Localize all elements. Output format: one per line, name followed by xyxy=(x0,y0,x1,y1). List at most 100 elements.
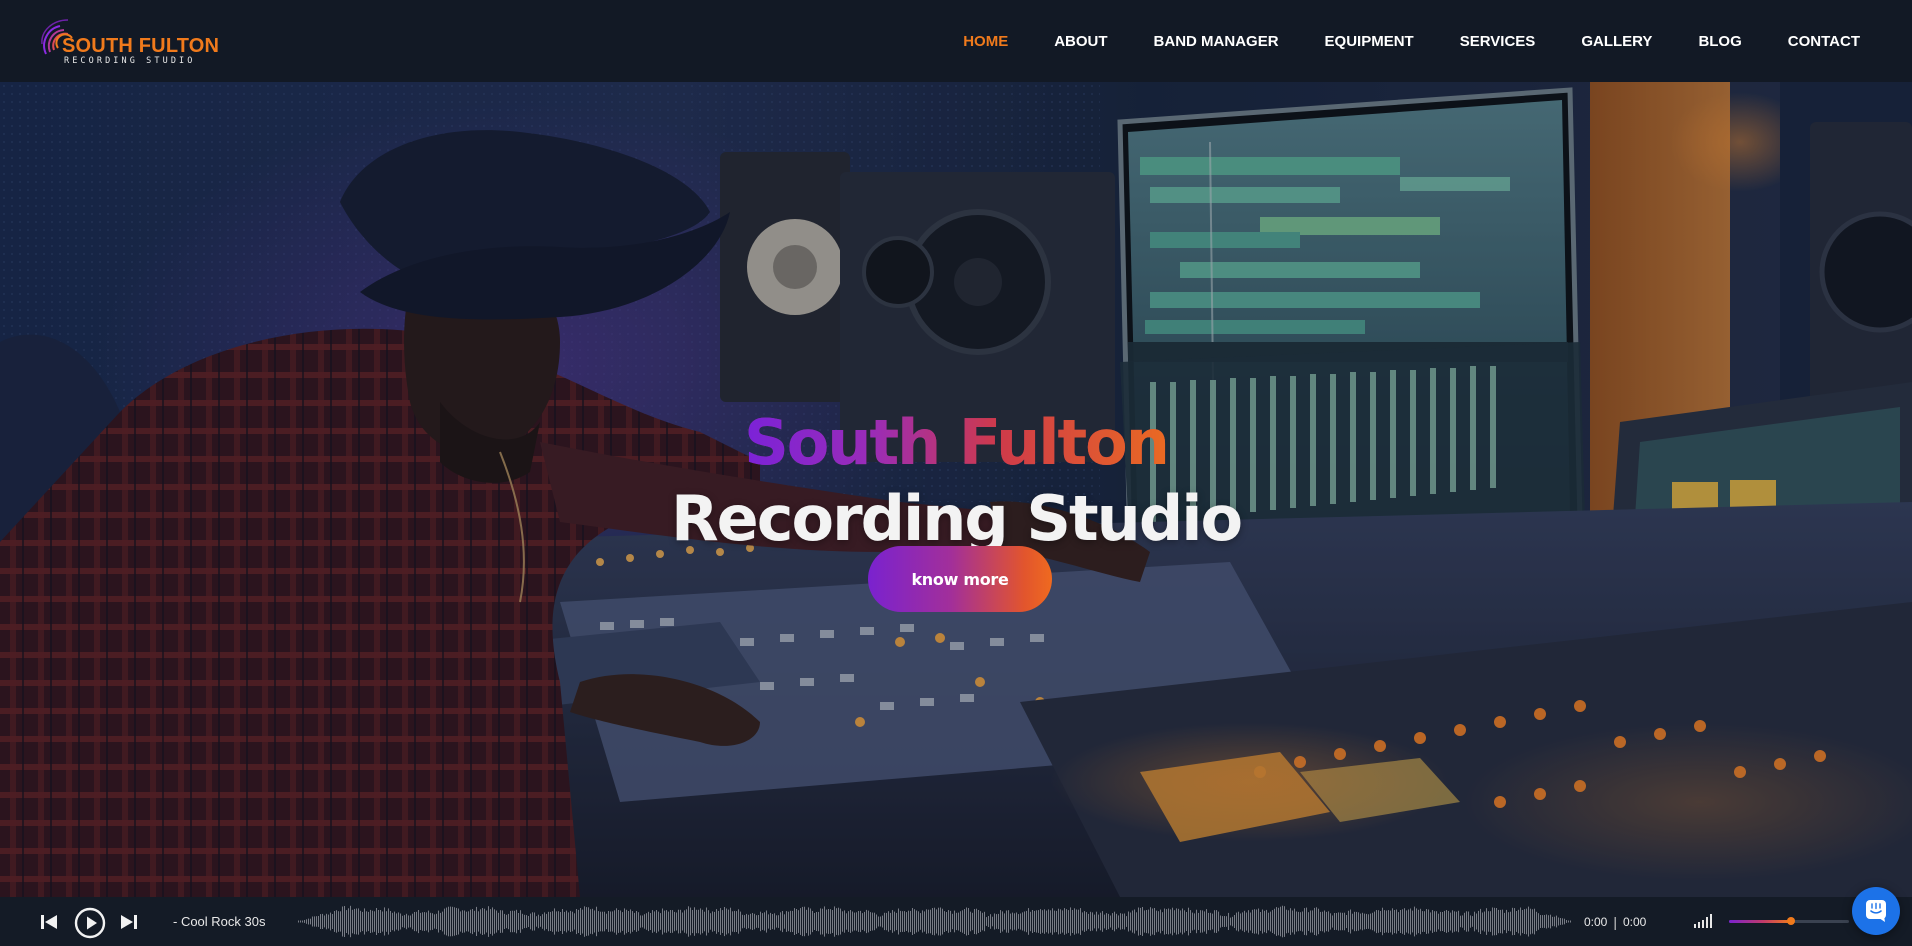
waveform-bar xyxy=(1014,913,1015,930)
waveform-bar xyxy=(900,910,901,933)
waveform-bar xyxy=(898,908,899,935)
waveform-bar xyxy=(1332,915,1333,928)
waveform-bar xyxy=(1030,911,1031,932)
waveform-bar xyxy=(1024,911,1025,932)
waveform-bar xyxy=(430,912,431,931)
waveform-bar xyxy=(1428,909,1429,934)
waveform-bar xyxy=(324,915,325,928)
waveform-bar xyxy=(326,913,327,930)
time-separator: | xyxy=(1613,913,1617,930)
waveform-bar xyxy=(384,907,385,936)
waveform-bar xyxy=(730,907,731,936)
nav-item-home[interactable]: HOME xyxy=(963,33,1008,50)
waveform-bar xyxy=(1196,909,1197,934)
nav-item-about[interactable]: ABOUT xyxy=(1054,33,1107,50)
waveform-bar xyxy=(518,913,519,930)
nav-item-band-manager[interactable]: BAND MANAGER xyxy=(1154,33,1279,50)
waveform-bar xyxy=(552,911,553,932)
waveform-bar xyxy=(776,915,777,928)
nav-item-gallery[interactable]: GALLERY xyxy=(1581,33,1652,50)
waveform-scrubber[interactable] xyxy=(296,901,1574,942)
nav-item-blog[interactable]: BLOG xyxy=(1698,33,1741,50)
waveform-bar xyxy=(710,913,711,930)
waveform-bar xyxy=(310,918,311,925)
nav-item-equipment[interactable]: EQUIPMENT xyxy=(1325,33,1414,50)
waveform-bar xyxy=(1086,912,1087,931)
waveform-bar xyxy=(1394,910,1395,934)
volume-bars-icon[interactable] xyxy=(1693,913,1715,929)
play-button[interactable] xyxy=(74,907,106,939)
waveform-bar xyxy=(522,913,523,930)
waveform-bar xyxy=(1074,908,1075,935)
waveform-bar xyxy=(856,912,857,931)
waveform-bar xyxy=(1284,906,1285,937)
waveform-bar xyxy=(498,912,499,931)
waveform-bar xyxy=(848,911,849,932)
waveform-bar xyxy=(632,911,633,932)
waveform-bar xyxy=(1396,909,1397,934)
next-track-button[interactable] xyxy=(118,912,140,932)
waveform-bar xyxy=(484,908,485,935)
waveform-bar xyxy=(586,907,587,936)
waveform-bar xyxy=(844,910,845,933)
volume-knob[interactable] xyxy=(1787,917,1796,925)
waveform-bar xyxy=(408,915,409,928)
waveform-bar xyxy=(828,909,829,934)
waveform-bar xyxy=(380,910,381,933)
waveform-bar xyxy=(1084,911,1085,932)
previous-track-button[interactable] xyxy=(38,912,60,932)
waveform-bar xyxy=(1240,913,1241,930)
know-more-button[interactable]: know more xyxy=(868,546,1052,612)
waveform-bar xyxy=(1328,911,1329,932)
waveform-bar xyxy=(806,909,807,934)
waveform-bar xyxy=(436,913,437,930)
waveform-bar xyxy=(894,911,895,932)
waveform-bar xyxy=(824,906,825,937)
waveform-bar xyxy=(862,913,863,930)
waveform-bar xyxy=(1096,911,1097,932)
brand-logo[interactable]: SOUTH FULTON RECORDING STUDIO xyxy=(38,14,238,70)
waveform-bar xyxy=(426,912,427,931)
waveform-bar xyxy=(1534,908,1535,935)
waveform-bar xyxy=(1460,915,1461,928)
waveform-bar xyxy=(1270,911,1271,932)
waveform-bar xyxy=(478,911,479,932)
waveform-bar xyxy=(1340,912,1341,931)
waveform-bar xyxy=(732,911,733,932)
waveform-bar xyxy=(1292,910,1293,933)
waveform-bar xyxy=(1036,910,1037,933)
waveform-bar xyxy=(1560,918,1561,925)
waveform-bar xyxy=(1518,909,1519,934)
waveform-bar xyxy=(1550,914,1551,929)
waveform-bar xyxy=(1570,920,1571,923)
volume-slider[interactable] xyxy=(1729,917,1849,925)
waveform-bar xyxy=(1012,912,1013,931)
waveform-bar xyxy=(1108,913,1109,930)
waveform-bar xyxy=(368,911,369,932)
waveform-bar xyxy=(656,910,657,934)
waveform-bar xyxy=(1348,910,1349,933)
nav-item-services[interactable]: SERVICES xyxy=(1460,33,1536,50)
waveform-bar xyxy=(328,914,329,929)
waveform-bar xyxy=(528,916,529,927)
waveform-bar xyxy=(494,909,495,934)
waveform-bar xyxy=(606,913,607,930)
waveform-bar xyxy=(1208,912,1209,931)
waveform-bar xyxy=(764,912,765,931)
waveform-bar xyxy=(374,911,375,932)
waveform-bar xyxy=(1568,920,1569,923)
waveform-bar xyxy=(1408,909,1409,934)
waveform-bar xyxy=(1356,911,1357,932)
waveform-bar xyxy=(356,908,357,935)
waveform-bar xyxy=(662,908,663,935)
waveform-bar xyxy=(980,911,981,932)
nav-item-contact[interactable]: CONTACT xyxy=(1788,33,1860,50)
waveform-bar xyxy=(1234,915,1235,928)
waveform-bar xyxy=(1214,910,1215,933)
waveform-bar xyxy=(704,911,705,932)
waveform-bar xyxy=(588,907,589,936)
waveform-bar xyxy=(728,909,729,934)
waveform-bar xyxy=(1202,910,1203,933)
chat-launcher-button[interactable] xyxy=(1852,887,1900,935)
waveform-bar xyxy=(566,910,567,933)
